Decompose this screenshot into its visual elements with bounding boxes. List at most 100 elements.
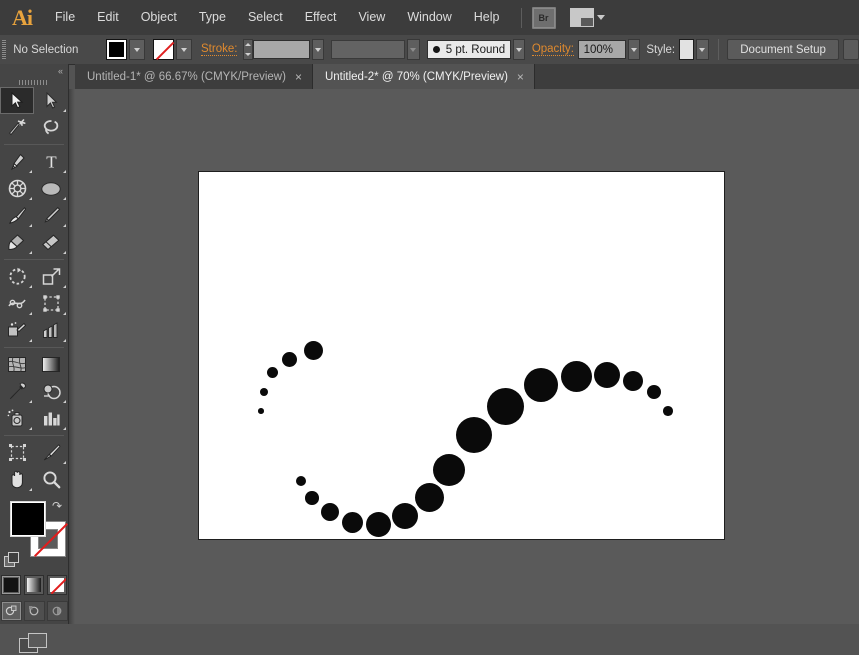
none-mode-button[interactable] — [47, 575, 67, 595]
artwork-dot[interactable] — [303, 340, 323, 360]
slice-tool[interactable] — [34, 439, 68, 466]
opacity-dropdown-button[interactable] — [627, 39, 640, 60]
artwork-dot[interactable] — [623, 371, 643, 391]
artwork-dot[interactable] — [414, 482, 444, 512]
stroke-profile-dropdown-button[interactable] — [407, 39, 420, 60]
pencil-tool[interactable] — [34, 202, 68, 229]
blob-brush-tool[interactable] — [0, 229, 34, 256]
blend-tool[interactable] — [34, 378, 68, 405]
lasso-tool[interactable] — [34, 114, 68, 141]
gradient-tool[interactable] — [34, 351, 68, 378]
stroke-weight-stepper[interactable] — [242, 39, 254, 60]
tools-panel-collapse-button[interactable]: « — [0, 64, 68, 78]
brush-definition-field[interactable]: 5 pt. Round — [426, 40, 512, 59]
column-graph-tool[interactable] — [34, 405, 68, 432]
document-tab-untitled-1[interactable]: Untitled-1* @ 66.67% (CMYK/Preview) × — [75, 64, 313, 89]
selection-tool[interactable] — [0, 87, 34, 114]
artwork-dot[interactable] — [258, 408, 264, 414]
hand-tool[interactable] — [0, 466, 34, 493]
scale-tool[interactable] — [34, 263, 68, 290]
ellipse-tool[interactable] — [34, 175, 68, 202]
rotate-tool[interactable] — [0, 263, 34, 290]
brush-definition-dropdown-button[interactable] — [513, 39, 526, 60]
arrange-documents-button[interactable] — [569, 8, 605, 27]
artwork-dot[interactable] — [456, 417, 492, 453]
menu-item-view[interactable]: View — [347, 0, 396, 35]
menu-item-type[interactable]: Type — [188, 0, 237, 35]
artwork-dot[interactable] — [433, 454, 465, 486]
free-transform-tool[interactable] — [34, 290, 68, 317]
artboard[interactable] — [198, 171, 725, 540]
menu-item-object[interactable]: Object — [130, 0, 188, 35]
magic-wand-tool[interactable] — [0, 114, 34, 141]
artwork-dot[interactable] — [305, 491, 319, 505]
swap-fill-stroke-icon[interactable]: ↷ — [52, 499, 62, 513]
stroke-swatch-group[interactable] — [153, 39, 193, 60]
canvas-area[interactable] — [69, 89, 859, 624]
artwork-dot[interactable] — [392, 503, 418, 529]
menu-item-edit[interactable]: Edit — [86, 0, 130, 35]
tools-panel-grip[interactable] — [0, 78, 68, 87]
perspective-grid-tool[interactable] — [34, 317, 68, 344]
symbol-sprayer-tool[interactable] — [0, 405, 34, 432]
stroke-swatch[interactable] — [153, 39, 175, 60]
shape-builder-tool[interactable] — [0, 317, 34, 344]
artboard-tool[interactable] — [0, 439, 34, 466]
artwork-dot[interactable] — [281, 351, 297, 367]
direct-selection-tool[interactable] — [34, 87, 68, 114]
draw-inside-button[interactable] — [46, 601, 68, 621]
stroke-label[interactable]: Stroke: — [201, 43, 238, 56]
line-segment-tool[interactable] — [0, 175, 34, 202]
menu-item-file[interactable]: File — [44, 0, 86, 35]
default-fill-stroke-icon[interactable] — [4, 552, 19, 567]
opacity-label[interactable]: Opacity: — [531, 43, 574, 56]
change-screen-mode-button[interactable] — [19, 633, 49, 655]
fill-swatch-group[interactable] — [105, 39, 145, 60]
menu-item-help[interactable]: Help — [463, 0, 511, 35]
width-tool[interactable] — [0, 290, 34, 317]
document-tab-untitled-2[interactable]: Untitled-2* @ 70% (CMYK/Preview) × — [312, 64, 535, 89]
stroke-weight-field[interactable] — [253, 40, 310, 59]
artwork-dot[interactable] — [260, 388, 268, 396]
menu-item-select[interactable]: Select — [237, 0, 294, 35]
draw-behind-button[interactable] — [23, 601, 45, 621]
close-icon[interactable]: × — [517, 71, 524, 83]
artwork-dot[interactable] — [647, 385, 661, 399]
gradient-mode-button[interactable] — [24, 575, 44, 595]
artwork-dot[interactable] — [594, 362, 620, 388]
artwork-dot[interactable] — [266, 366, 278, 378]
graphic-style-swatch[interactable] — [678, 39, 695, 60]
bridge-icon[interactable]: Br — [531, 6, 556, 29]
graphic-style-dropdown-button[interactable] — [696, 39, 709, 60]
artwork-dot[interactable] — [296, 476, 306, 486]
control-bar-grip[interactable] — [0, 35, 7, 64]
type-tool[interactable]: T — [34, 148, 68, 175]
eyedropper-tool[interactable] — [0, 378, 34, 405]
menu-item-effect[interactable]: Effect — [294, 0, 348, 35]
mesh-tool[interactable] — [0, 351, 34, 378]
zoom-tool[interactable] — [34, 466, 68, 493]
menu-item-window[interactable]: Window — [396, 0, 462, 35]
artwork-dot[interactable] — [663, 406, 673, 416]
artwork-dot[interactable] — [321, 503, 339, 521]
draw-normal-button[interactable] — [0, 601, 22, 621]
fill-swatch[interactable] — [105, 39, 127, 60]
stroke-dropdown-button[interactable] — [176, 39, 193, 60]
document-setup-button[interactable]: Document Setup — [727, 39, 839, 60]
artwork-dot[interactable] — [365, 511, 391, 537]
fill-dropdown-button[interactable] — [128, 39, 145, 60]
artwork-dot[interactable] — [341, 511, 363, 533]
artwork-dot[interactable] — [486, 387, 524, 425]
preferences-button[interactable] — [843, 39, 859, 60]
close-icon[interactable]: × — [295, 71, 302, 83]
artwork-dot[interactable] — [560, 360, 592, 392]
paintbrush-tool[interactable] — [0, 202, 34, 229]
eraser-tool[interactable] — [34, 229, 68, 256]
pen-tool[interactable] — [0, 148, 34, 175]
color-mode-button[interactable] — [1, 575, 21, 595]
opacity-field[interactable]: 100% — [577, 40, 626, 59]
stroke-profile-field[interactable] — [331, 40, 406, 59]
stroke-weight-dropdown-button[interactable] — [311, 39, 325, 60]
artwork-dot[interactable] — [524, 368, 558, 402]
fill-color-indicator[interactable] — [10, 501, 46, 537]
